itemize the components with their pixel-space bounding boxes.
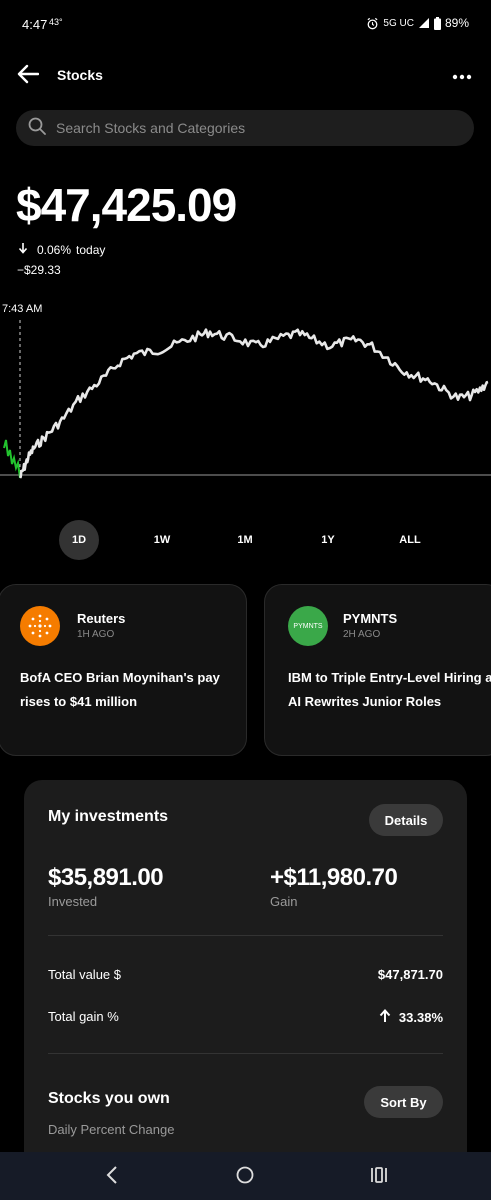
nav-back-button[interactable] [99, 1164, 125, 1190]
divider [48, 1053, 443, 1054]
range-1w[interactable]: 1W [142, 520, 182, 560]
system-navigation-bar [0, 1152, 491, 1200]
search-bar[interactable]: Search Stocks and Categories [16, 110, 474, 146]
range-all[interactable]: ALL [390, 520, 430, 560]
change-period: today [76, 242, 106, 257]
total-value-label: Total value $ [48, 967, 121, 982]
total-value-amount: $47,871.70 [377, 967, 443, 982]
network-label: 5G UC [383, 17, 414, 29]
back-button[interactable] [14, 63, 42, 89]
time-range-selector: 1D 1W 1M 1Y ALL [0, 520, 491, 560]
search-icon [28, 117, 46, 140]
stocks-subtitle: Daily Percent Change [48, 1122, 175, 1137]
search-placeholder: Search Stocks and Categories [56, 120, 246, 136]
total-value: $47,871.70 [378, 967, 443, 982]
total-gain: 33.38% [379, 1009, 443, 1026]
home-icon [236, 1166, 254, 1189]
stocks-owned-title: Stocks you own [48, 1090, 170, 1107]
news-headline: BofA CEO Brian Moynihan's pay rises to $… [20, 670, 220, 709]
status-temperature: 43° [49, 17, 63, 27]
change-percent: 0.06% [37, 242, 72, 257]
arrow-up-icon [379, 1009, 391, 1026]
back-icon [106, 1165, 118, 1189]
gain-value: +$11,980.70 [270, 864, 398, 891]
reuters-logo-icon [20, 606, 60, 646]
chart-start-segment [3, 439, 21, 479]
battery-percent: 89% [444, 16, 469, 30]
more-horizontal-icon [452, 67, 472, 85]
portfolio-chart[interactable] [0, 318, 491, 498]
nav-home-button[interactable] [232, 1164, 258, 1190]
news-source: Reuters [77, 611, 126, 626]
total-gain-label: Total gain % [48, 1009, 119, 1024]
more-options-button[interactable] [451, 65, 473, 87]
portfolio-value: $47,425.09 [16, 179, 237, 231]
news-source: PYMNTS [343, 611, 398, 626]
news-headline: IBM to Triple Entry-Level Hiring as AI R… [288, 670, 491, 709]
investments-card: My investments Details $35,891.00 Invest… [24, 780, 467, 1200]
page-title: Stocks [57, 67, 103, 83]
range-1d[interactable]: 1D [59, 520, 99, 560]
pymnts-logo-text: PYMNTS [293, 622, 323, 630]
gain-label: Gain [270, 894, 298, 909]
recents-icon [370, 1166, 388, 1189]
signal-icon [418, 17, 430, 29]
total-gain-percent: 33.38% [398, 1010, 443, 1025]
nav-recents-button[interactable] [366, 1164, 392, 1190]
battery-icon [433, 16, 441, 30]
details-button[interactable]: Details [369, 804, 443, 836]
range-1y[interactable]: 1Y [308, 520, 348, 560]
chart-start-time: 7:43 AM [2, 303, 43, 315]
status-icons: 5G UC 89% [366, 16, 469, 30]
invested-value: $35,891.00 [48, 864, 164, 891]
status-bar: 4:47 43° 5G UC 89% [0, 0, 491, 46]
change-amount: −$29.33 [17, 263, 61, 277]
pymnts-logo-icon: PYMNTS [288, 606, 328, 646]
chart-price-line [18, 328, 489, 479]
arrow-down-icon [18, 242, 28, 257]
top-app-bar: Stocks [0, 55, 491, 97]
news-card[interactable]: PYMNTS PYMNTS 2H AGO IBM to Triple Entry… [264, 584, 491, 756]
status-time: 4:47 [22, 17, 48, 32]
daily-change-row: 0.06% today [18, 242, 105, 257]
invested-label: Invested [48, 894, 98, 909]
news-card[interactable]: Reuters 1H AGO BofA CEO Brian Moynihan's… [0, 584, 247, 756]
news-age: 2H AGO [343, 629, 381, 640]
news-age: 1H AGO [77, 629, 115, 640]
arrow-left-icon [17, 64, 40, 89]
alarm-icon [366, 17, 379, 30]
investments-title: My investments [48, 808, 169, 825]
sort-by-button[interactable]: Sort By [364, 1086, 443, 1118]
range-1m[interactable]: 1M [225, 520, 265, 560]
divider [48, 935, 443, 936]
